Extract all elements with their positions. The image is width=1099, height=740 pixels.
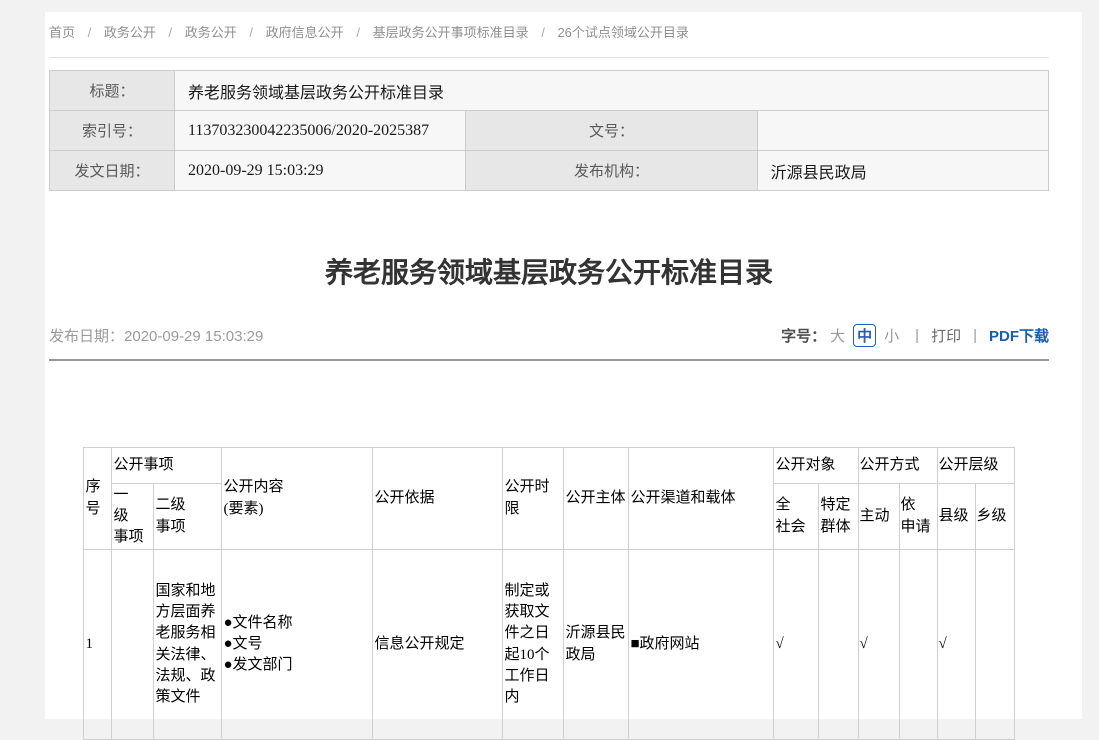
- breadcrumb-separator: /: [541, 25, 545, 40]
- meta-row-title: 标题： 养老服务领域基层政务公开标准目录: [50, 71, 1049, 111]
- header-level-county: 县级: [937, 484, 975, 550]
- cell-level-town: [975, 550, 1014, 740]
- breadcrumb-item-current: 26个试点领域公开目录: [557, 25, 688, 40]
- header-audience-specific: 特定 群体: [819, 484, 858, 550]
- fontsize-large-button[interactable]: 大: [830, 325, 845, 346]
- header-time-limit: 公开时 限: [503, 448, 564, 550]
- toolbar-actions: 字号： 大 中 小 | 打印 | PDF下载: [781, 324, 1049, 347]
- breadcrumb-separator: /: [169, 25, 173, 40]
- pdf-download-link[interactable]: PDF下载: [989, 325, 1049, 346]
- breadcrumb-item-zwgk1[interactable]: 政务公开: [104, 25, 156, 40]
- cell-level-county: √: [937, 550, 975, 740]
- breadcrumb-item-info[interactable]: 政府信息公开: [266, 25, 344, 40]
- table-row: 1 国家和地 方层面养 老服务相 关法律、 法规、政 策文件 ●文件名称 ●文号…: [84, 550, 1014, 740]
- cell-audience-specific: [819, 550, 858, 740]
- fontsize-label: 字号：: [781, 325, 826, 346]
- breadcrumb-item-home[interactable]: 首页: [49, 25, 75, 40]
- fontsize-medium-button[interactable]: 中: [853, 324, 876, 347]
- header-method-active: 主动: [858, 484, 899, 550]
- catalog-header-row-1: 序 号 公开事项 公开内容 (要素) 公开依据 公开时 限 公开主体 公开渠道和…: [84, 448, 1014, 484]
- meta-docnum-value: [757, 111, 1048, 151]
- publish-date-value: 2020-09-29 15:03:29: [124, 328, 263, 345]
- header-subject: 公开主体: [564, 448, 629, 550]
- header-level2: 二级 事项: [154, 484, 222, 550]
- cell-method-request: [899, 550, 937, 740]
- breadcrumb: 首页 / 政务公开 / 政务公开 / 政府信息公开 / 基层政务公开事项标准目录…: [49, 12, 1049, 58]
- cell-subject: 沂源县民 政局: [564, 550, 629, 740]
- meta-date-value: 2020-09-29 15:03:29: [175, 151, 466, 191]
- cell-basis: 信息公开规定: [373, 550, 503, 740]
- header-method-group: 公开方式: [858, 448, 937, 484]
- breadcrumb-separator: /: [88, 25, 92, 40]
- header-level1: 一 级 事项: [112, 484, 154, 550]
- header-item-group: 公开事项: [112, 448, 222, 484]
- cell-time-limit: 制定或 获取文 件之日 起10个 工作日 内: [503, 550, 564, 740]
- header-audience-all: 全 社会: [774, 484, 819, 550]
- meta-index-label: 索引号：: [50, 111, 175, 151]
- header-channel: 公开渠道和载体: [629, 448, 774, 550]
- cell-seq: 1: [84, 550, 112, 740]
- header-basis: 公开依据: [373, 448, 503, 550]
- publish-date-label: 发布日期：: [49, 328, 124, 345]
- page-title: 养老服务领域基层政务公开标准目录: [49, 256, 1049, 290]
- header-audience-group: 公开对象: [774, 448, 858, 484]
- breadcrumb-separator: /: [356, 25, 360, 40]
- cell-method-active: √: [858, 550, 899, 740]
- meta-index-value: 113703230042235006/2020-2025387: [175, 111, 466, 151]
- header-level-town: 乡级: [975, 484, 1014, 550]
- publish-date: 发布日期：2020-09-29 15:03:29: [49, 325, 263, 346]
- header-level-group: 公开层级: [937, 448, 1014, 484]
- cell-level1: [112, 550, 154, 740]
- header-content: 公开内容 (要素): [222, 448, 373, 550]
- meta-title-label: 标题：: [50, 71, 175, 111]
- meta-org-label: 发布机构：: [466, 151, 757, 191]
- cell-channel: ■政府网站: [629, 550, 774, 740]
- breadcrumb-item-zwgk2[interactable]: 政务公开: [185, 25, 237, 40]
- page-card: 首页 / 政务公开 / 政务公开 / 政府信息公开 / 基层政务公开事项标准目录…: [45, 12, 1082, 719]
- document-meta-table: 标题： 养老服务领域基层政务公开标准目录 索引号： 11370323004223…: [49, 70, 1049, 191]
- header-seq: 序 号: [84, 448, 112, 550]
- print-button[interactable]: 打印: [931, 325, 961, 346]
- meta-org-value: 沂源县民政局: [757, 151, 1048, 191]
- meta-title-value: 养老服务领域基层政务公开标准目录: [175, 71, 1049, 111]
- toolbar-divider: |: [915, 327, 919, 344]
- breadcrumb-separator: /: [249, 25, 253, 40]
- header-method-request: 依 申请: [899, 484, 937, 550]
- article-toolbar: 发布日期：2020-09-29 15:03:29 字号： 大 中 小 | 打印 …: [49, 324, 1049, 361]
- meta-date-label: 发文日期：: [50, 151, 175, 191]
- meta-row-index: 索引号： 113703230042235006/2020-2025387 文号：: [50, 111, 1049, 151]
- cell-content: ●文件名称 ●文号 ●发文部门: [222, 550, 373, 740]
- fontsize-small-button[interactable]: 小: [884, 325, 899, 346]
- cell-level2: 国家和地 方层面养 老服务相 关法律、 法规、政 策文件: [154, 550, 222, 740]
- breadcrumb-item-catalog[interactable]: 基层政务公开事项标准目录: [373, 25, 529, 40]
- disclosure-catalog-table: 序 号 公开事项 公开内容 (要素) 公开依据 公开时 限 公开主体 公开渠道和…: [83, 447, 1014, 740]
- cell-audience-all: √: [774, 550, 819, 740]
- meta-docnum-label: 文号：: [466, 111, 757, 151]
- toolbar-divider: |: [973, 327, 977, 344]
- meta-row-date: 发文日期： 2020-09-29 15:03:29 发布机构： 沂源县民政局: [50, 151, 1049, 191]
